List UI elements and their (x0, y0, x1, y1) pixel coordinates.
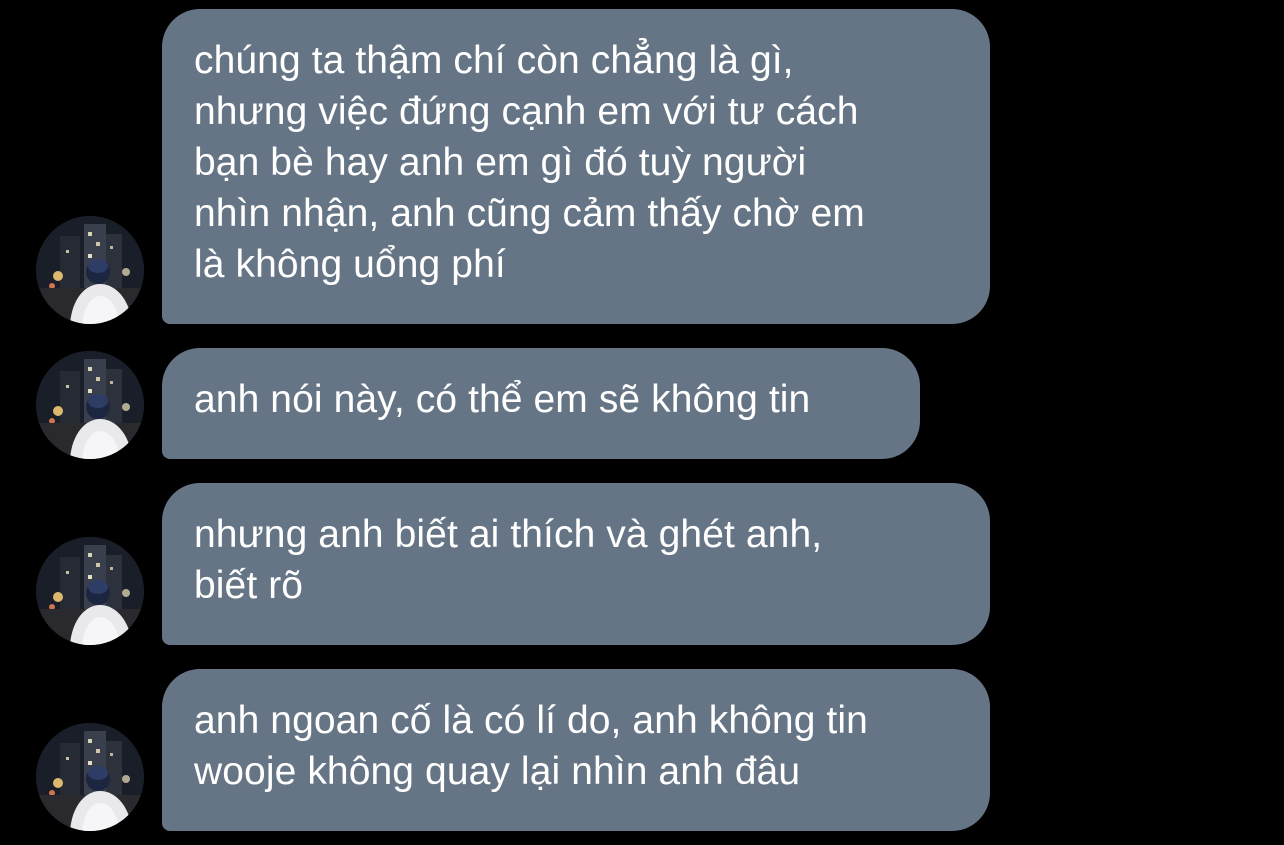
message-bubble[interactable]: anh ngoan cố là có lí do, anh không tin … (162, 669, 990, 831)
profile-photo-icon (36, 351, 144, 459)
profile-photo-icon (36, 537, 144, 645)
message-text-line: anh ngoan cố là có lí do, anh không tin (194, 699, 868, 742)
sender-avatar[interactable] (36, 216, 144, 324)
profile-photo-icon (36, 723, 144, 831)
message-text-line: anh nói này, có thể em sẽ không tin (194, 378, 811, 421)
message-thread: chúng ta thậm chí còn chẳng là gì, nhưng… (0, 0, 1284, 845)
message-text-line: nhưng anh biết ai thích và ghét anh, (194, 513, 823, 556)
sender-avatar[interactable] (36, 723, 144, 831)
message-text-line: wooje không quay lại nhìn anh đâu (194, 750, 801, 793)
message-bubble[interactable]: chúng ta thậm chí còn chẳng là gì, nhưng… (162, 9, 990, 324)
message-text-line: bạn bè hay anh em gì đó tuỳ người (194, 141, 807, 184)
message-text-line: biết rõ (194, 564, 304, 607)
message-text-line: chúng ta thậm chí còn chẳng là gì, (194, 39, 794, 82)
message-text-line: là không uổng phí (194, 243, 506, 286)
profile-photo-icon (36, 216, 144, 324)
sender-avatar[interactable] (36, 537, 144, 645)
sender-avatar[interactable] (36, 351, 144, 459)
message-text-line: nhìn nhận, anh cũng cảm thấy chờ em (194, 192, 865, 235)
message-bubble[interactable]: anh nói này, có thể em sẽ không tin (162, 348, 920, 459)
message-text-line: nhưng việc đứng cạnh em với tư cách (194, 90, 859, 133)
message-bubble[interactable]: nhưng anh biết ai thích và ghét anh, biế… (162, 483, 990, 645)
